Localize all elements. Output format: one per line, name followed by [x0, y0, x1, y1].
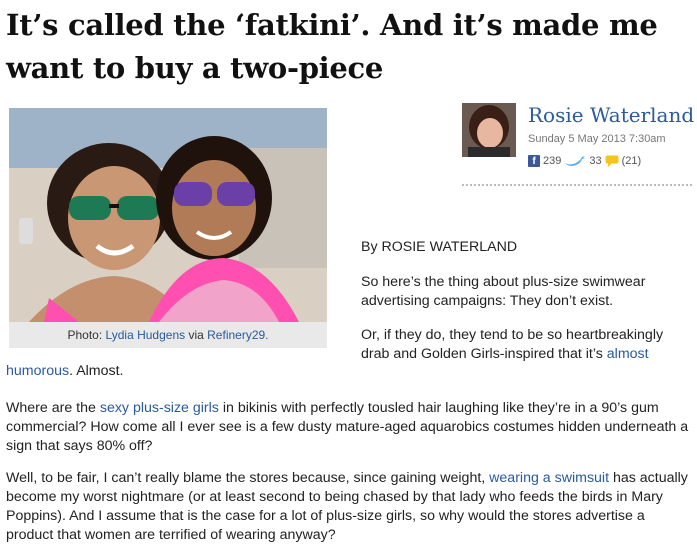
- paragraph-4: Well, to be fair, I can’t really blame t…: [6, 469, 694, 545]
- humorous-link[interactable]: humorous: [6, 363, 69, 379]
- caption-via: via: [185, 328, 208, 342]
- paragraph-1: So here’s the thing about plus-size swim…: [361, 274, 646, 309]
- twitter-count: 33: [589, 155, 602, 167]
- paragraph-2-text-3: . Almost.: [69, 363, 124, 379]
- paragraph-4-text-a: Well, to be fair, I can’t really blame t…: [6, 470, 490, 486]
- paragraph-2-end: humorous. Almost.: [6, 362, 696, 381]
- facebook-icon[interactable]: f: [528, 155, 540, 167]
- twitter-bird-icon[interactable]: [564, 155, 586, 167]
- author-avatar[interactable]: [462, 103, 516, 157]
- author-portrait-image: [462, 103, 516, 157]
- author-name[interactable]: Rosie Waterland: [528, 103, 694, 127]
- paragraph-3: Where are the sexy plus-size girls in bi…: [6, 399, 694, 456]
- article-byline: By ROSIE WATERLAND: [361, 239, 518, 255]
- facebook-count: 239: [543, 155, 562, 167]
- sexy-plus-size-girls-link[interactable]: sexy plus-size girls: [100, 400, 219, 416]
- paragraph-2-start: Or, if they do, they tend to be so heart…: [361, 326, 691, 364]
- article-headline: It’s called the ‘fatkini’. And it’s made…: [6, 8, 658, 85]
- social-counts: f 239 33 (21): [528, 155, 641, 167]
- article-photo: [9, 108, 327, 322]
- author-box: Rosie Waterland Sunday 5 May 2013 7:30am…: [462, 103, 694, 188]
- almost-link[interactable]: almost: [607, 346, 649, 362]
- comments-count[interactable]: (21): [622, 155, 642, 167]
- paragraph-3-text-a: Where are the: [6, 400, 100, 416]
- comment-bubble-icon[interactable]: [605, 155, 619, 167]
- photographer-link[interactable]: Lydia Hudgens: [106, 328, 186, 342]
- source-link[interactable]: Refinery29.: [207, 328, 268, 342]
- paragraph-2-text-2: drab and Golden Girls-inspired that it’s: [361, 346, 607, 362]
- wearing-a-swimsuit-link[interactable]: wearing a swimsuit: [489, 470, 609, 486]
- author-divider: [462, 184, 692, 186]
- publish-date: Sunday 5 May 2013 7:30am: [528, 133, 666, 145]
- caption-prefix: Photo:: [67, 328, 106, 342]
- two-women-sunglasses-image: [9, 108, 327, 322]
- paragraph-2-text: Or, if they do, they tend to be so heart…: [361, 327, 664, 343]
- photo-caption: Photo: Lydia Hudgens via Refinery29.: [9, 322, 327, 348]
